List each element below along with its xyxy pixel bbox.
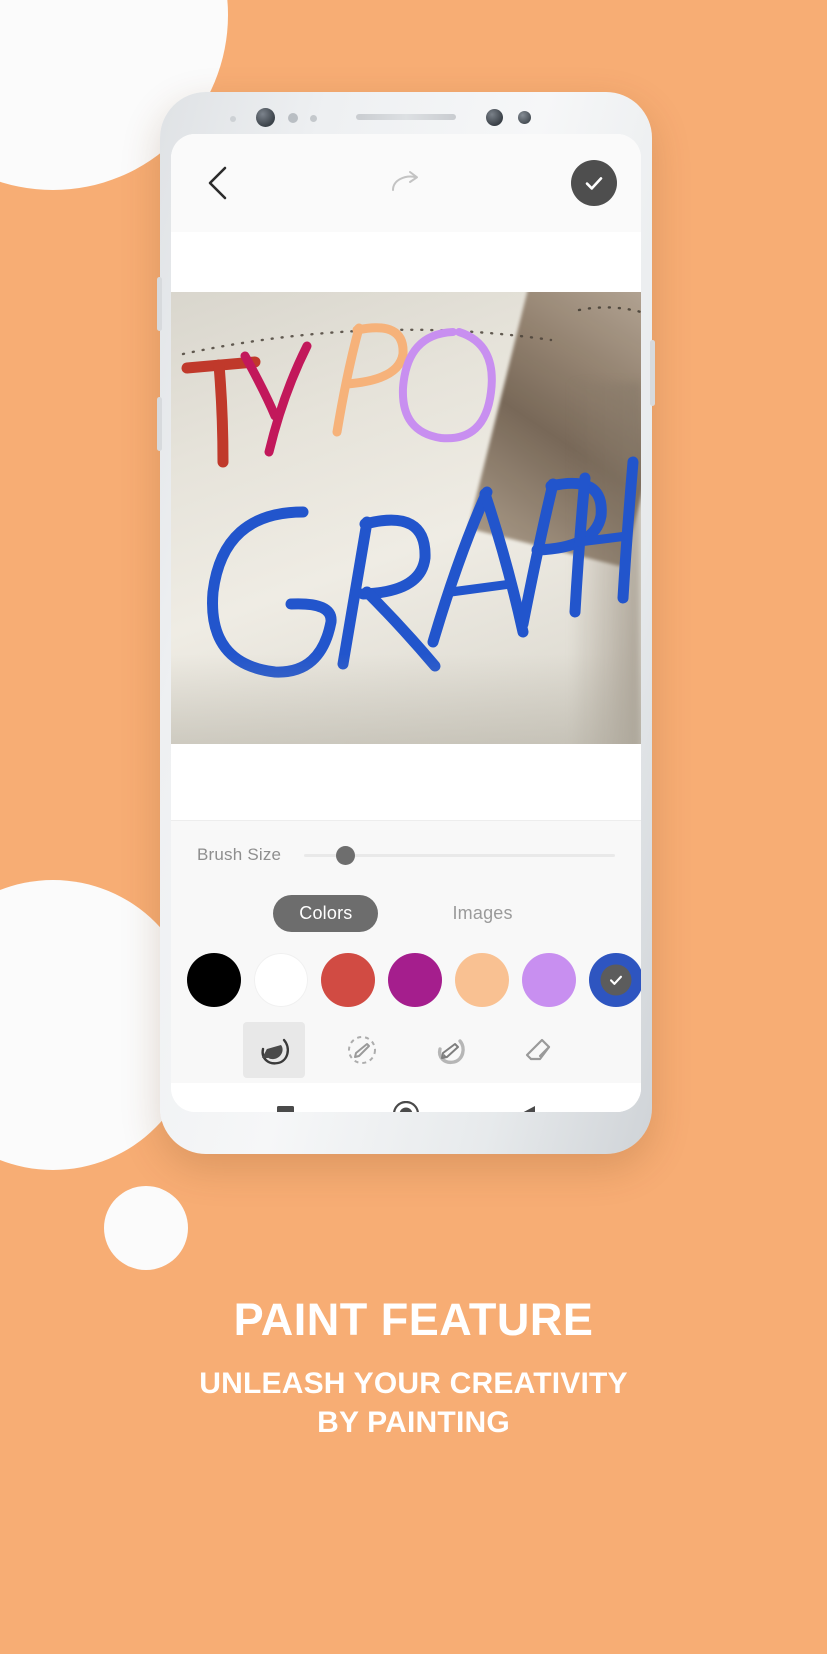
volume-up-button[interactable]: [157, 277, 162, 331]
promo-text-block: PAINT FEATURE UNLEASH YOUR CREATIVITY BY…: [0, 1294, 827, 1442]
decorative-circle-bottom: [104, 1186, 188, 1270]
proximity-sensor-icon: [518, 111, 531, 124]
back-button[interactable]: [195, 161, 239, 205]
color-swatch-red[interactable]: [321, 953, 375, 1007]
redo-button[interactable]: [382, 161, 430, 205]
earpiece-speaker: [356, 114, 456, 120]
android-navigation-bar: [171, 1083, 641, 1112]
brush-tool-row: [171, 1017, 641, 1083]
brush-tool-soft-brush[interactable]: [419, 1022, 481, 1078]
color-swatch-light-purple[interactable]: [522, 953, 576, 1007]
letter-Y-right: [264, 341, 312, 457]
redo-arrow-icon: [392, 171, 418, 191]
soft-brush-icon: [437, 1039, 465, 1065]
solid-brush-icon: [261, 1038, 290, 1065]
tab-row: Colors Images: [171, 891, 641, 935]
chevron-left-icon: [208, 166, 227, 200]
color-swatch-black[interactable]: [187, 953, 241, 1007]
dotted-guide-path-right: [577, 306, 641, 314]
promo-subline: UNLEASH YOUR CREATIVITY BY PAINTING: [0, 1365, 827, 1442]
brush-size-thumb[interactable]: [335, 845, 355, 865]
letter-G: [207, 506, 337, 678]
square-icon: [276, 1105, 294, 1112]
volume-down-button[interactable]: [157, 397, 162, 451]
dashed-brush-icon: [348, 1036, 376, 1064]
eraser-icon: [525, 1038, 551, 1061]
nav-back-button[interactable]: [507, 1094, 547, 1112]
color-swatch-list: [171, 949, 641, 1011]
iris-scanner-icon: [486, 109, 503, 126]
letter-T-stem: [213, 359, 229, 468]
brush-size-row: Brush Size: [171, 833, 641, 877]
letter-A-right: [479, 488, 529, 638]
phone-mockup: Brush Size Colors Images: [157, 92, 655, 1154]
sensor-dot-icon: [230, 116, 236, 122]
nav-recents-button[interactable]: [265, 1094, 305, 1112]
confirm-button[interactable]: [571, 160, 617, 206]
sensor-dot-icon: [310, 115, 317, 122]
letter-A-left: [427, 486, 493, 648]
promo-subline-1: UNLEASH YOUR CREATIVITY: [199, 1367, 628, 1401]
color-swatch-peach[interactable]: [455, 953, 509, 1007]
app-toolbar: [171, 134, 641, 232]
tab-colors[interactable]: Colors: [273, 894, 379, 932]
letter-H-bar: [574, 531, 632, 547]
letter-H-right: [617, 456, 639, 604]
brush-size-slider[interactable]: [304, 844, 615, 866]
check-icon: [609, 975, 623, 985]
sensor-dot-icon: [288, 113, 298, 123]
check-icon: [585, 177, 603, 190]
color-swatch-magenta[interactable]: [388, 953, 442, 1007]
brush-tool-solid-brush[interactable]: [243, 1022, 305, 1078]
brush-size-label: Brush Size: [197, 845, 282, 864]
brush-tool-eraser[interactable]: [507, 1022, 569, 1078]
front-camera-icon: [256, 108, 275, 127]
letter-O: [398, 328, 496, 443]
tab-images[interactable]: Images: [426, 895, 538, 932]
canvas-bottom-spacer: [171, 744, 641, 820]
canvas-bottom-shade: [171, 654, 641, 744]
nav-home-button[interactable]: [386, 1094, 426, 1112]
brush-tool-dashed-brush[interactable]: [331, 1022, 393, 1078]
circle-icon: [393, 1101, 419, 1112]
power-button[interactable]: [650, 340, 655, 406]
letter-R-bowl: [357, 514, 431, 600]
phone-screen: Brush Size Colors Images: [171, 134, 641, 1112]
canvas-top-spacer: [171, 232, 641, 292]
letter-Y-left: [240, 351, 280, 421]
dotted-guide-path: [181, 328, 553, 356]
promo-subline-2: BY PAINTING: [317, 1405, 510, 1439]
tool-panel: Brush Size Colors Images: [171, 820, 641, 1112]
color-swatch-white[interactable]: [254, 953, 308, 1007]
paint-canvas[interactable]: [171, 292, 641, 744]
selected-check-badge: [600, 964, 632, 996]
letter-A-bar: [446, 579, 516, 597]
color-swatch-blue[interactable]: [589, 953, 641, 1007]
promo-headline: PAINT FEATURE: [233, 1294, 594, 1345]
triangle-back-icon: [522, 1105, 535, 1112]
